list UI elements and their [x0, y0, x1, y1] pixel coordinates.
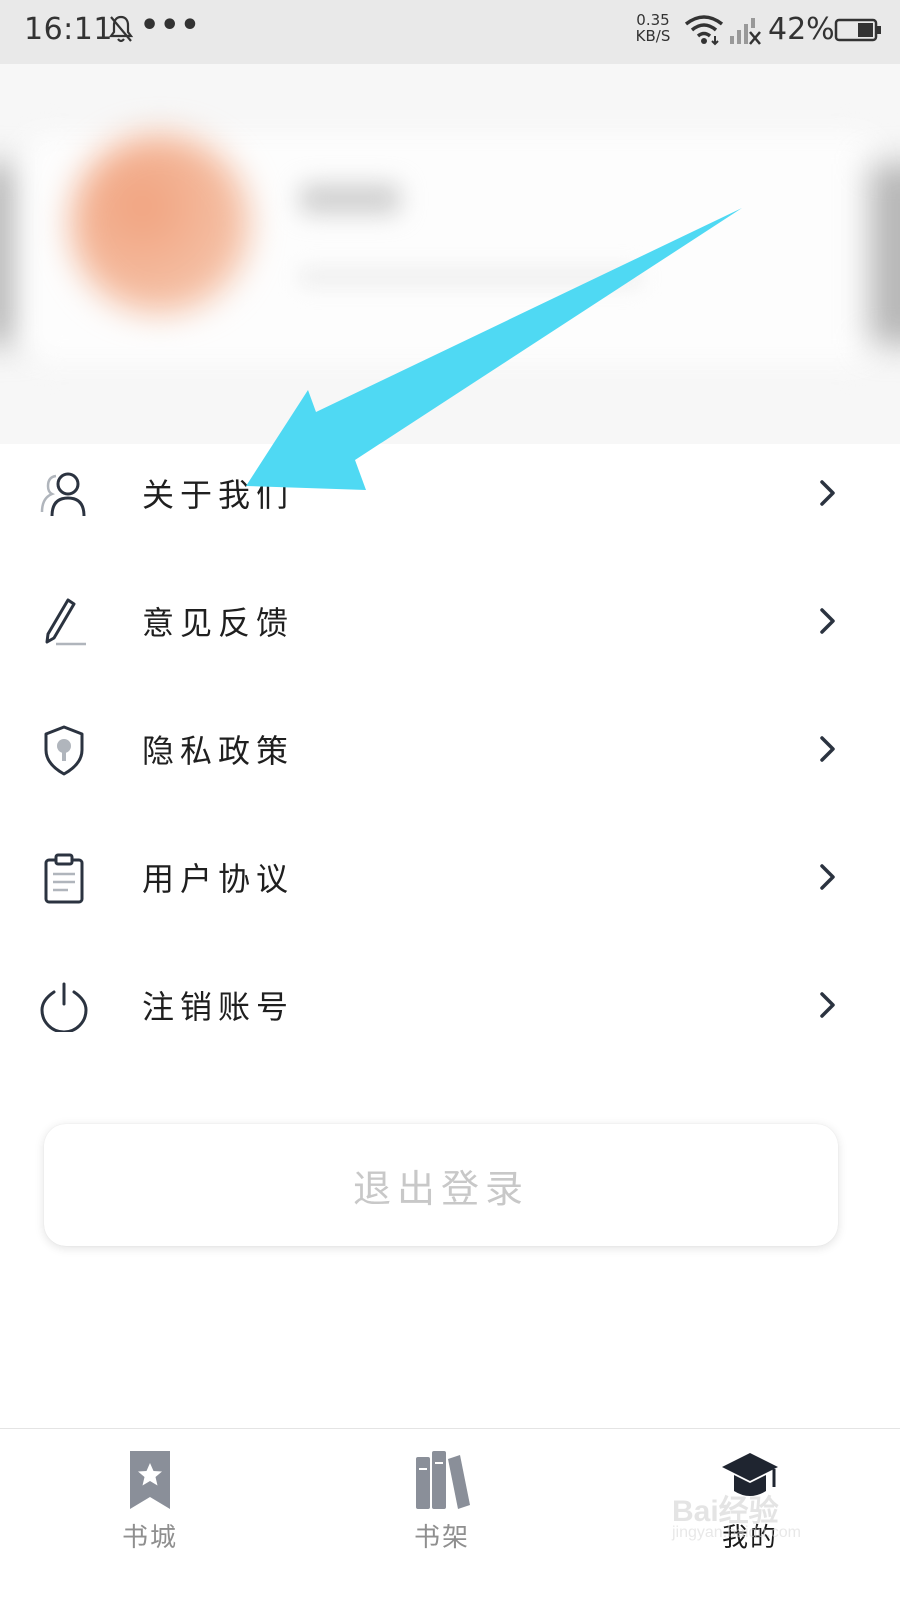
watermark-subtext: jingyan.baidu.com: [672, 1524, 801, 1541]
pencil-icon: [45, 598, 86, 646]
status-time: 16:11: [24, 12, 113, 47]
power-icon: [40, 982, 88, 1032]
profile-edge-right: [870, 164, 900, 344]
nav-label: 书架: [413, 1523, 470, 1553]
nav-label: 书城: [121, 1523, 178, 1553]
menu-label: 隐私政策: [142, 732, 295, 770]
menu-label: 用户协议: [142, 860, 295, 898]
chevron-right-icon: [820, 480, 835, 506]
nav-item-bookshelf[interactable]: 书架: [372, 1449, 512, 1579]
chevron-right-icon: [820, 736, 835, 762]
profile-header[interactable]: [0, 64, 900, 444]
network-speed: 0.35 KB/S: [630, 12, 676, 44]
network-speed-value: 0.35: [636, 11, 670, 29]
logout-label: 退出登录: [352, 1166, 529, 1211]
shield-icon: [44, 725, 84, 776]
logout-button[interactable]: 退出登录: [44, 1124, 838, 1246]
battery-icon: [834, 18, 881, 42]
menu-item-feedback[interactable]: 意见反馈: [0, 568, 900, 696]
menu-label: 关于我们: [142, 476, 295, 514]
status-bar: 16:11 ••• 0.35 KB/S 42%: [0, 0, 900, 64]
signal-icon: [730, 18, 761, 45]
menu-label: 注销账号: [142, 988, 295, 1026]
menu-item-delete-account[interactable]: 注销账号: [0, 952, 900, 1080]
menu-item-about-us[interactable]: 关于我们: [0, 440, 900, 568]
baidu-jingyan-watermark: Bai经验 jingyan.baidu.com: [672, 1486, 872, 1556]
profile-name: [300, 184, 400, 214]
books-icon: [416, 1451, 470, 1509]
status-more-dots: •••: [140, 8, 201, 43]
settings-menu: 关于我们 意见反馈 隐私政策 用户协议 注销账号: [0, 440, 900, 1080]
battery-percentage: 42%: [768, 12, 835, 47]
nav-item-bookstore[interactable]: 书城: [80, 1449, 220, 1579]
avatar[interactable]: [70, 134, 250, 314]
menu-label: 意见反馈: [142, 604, 295, 642]
menu-item-user-agreement[interactable]: 用户协议: [0, 824, 900, 952]
bell-muted-icon: [108, 15, 134, 43]
bookmark-star-icon: [130, 1451, 170, 1509]
clipboard-icon: [44, 853, 84, 904]
user-icon: [40, 472, 86, 517]
chevron-right-icon: [820, 864, 835, 890]
menu-item-privacy-policy[interactable]: 隐私政策: [0, 696, 900, 824]
chevron-right-icon: [820, 992, 835, 1018]
wifi-icon: [684, 15, 724, 46]
network-speed-unit: KB/S: [635, 27, 671, 45]
profile-subtitle: [300, 269, 640, 285]
chevron-right-icon: [820, 608, 835, 634]
